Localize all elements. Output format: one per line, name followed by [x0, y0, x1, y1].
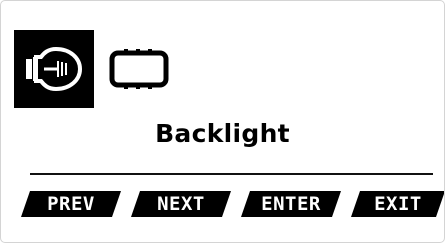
- exit-button[interactable]: EXIT: [351, 191, 445, 217]
- divider: [30, 173, 433, 175]
- prev-button[interactable]: PREV: [21, 191, 121, 217]
- menu-item-backlight[interactable]: [14, 30, 94, 108]
- softkey-bar: PREV NEXT ENTER EXIT: [21, 191, 445, 217]
- lightbulb-icon: [22, 43, 86, 95]
- menu-item-display[interactable]: [99, 30, 179, 108]
- display-panel-icon: [106, 47, 172, 91]
- device-screen: Backlight PREV NEXT ENTER EXIT: [0, 0, 445, 243]
- next-button[interactable]: NEXT: [131, 191, 231, 217]
- menu-title: Backlight: [155, 119, 290, 148]
- enter-button[interactable]: ENTER: [241, 191, 341, 217]
